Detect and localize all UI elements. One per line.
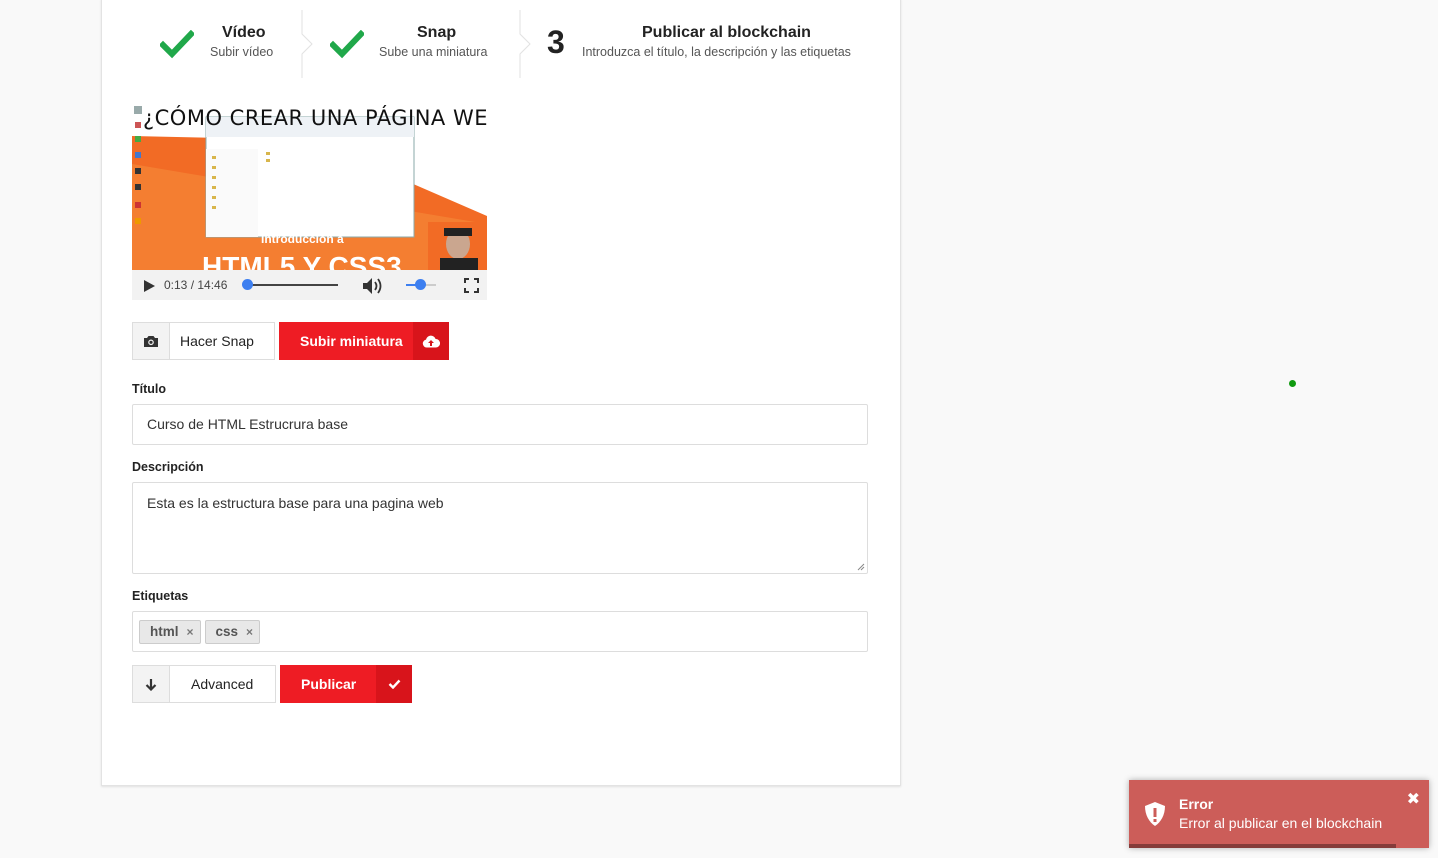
snap-button-group: Hacer Snap Subir miniatura: [132, 322, 449, 360]
step-subtitle: Sube una miniatura: [379, 45, 488, 59]
camera-icon: [144, 336, 158, 347]
tag-chip: css ×: [204, 619, 261, 644]
tag-label: css: [215, 624, 239, 639]
title-label: Título: [132, 382, 167, 396]
step-publish: 3 Publicar al blockchain Introduzca el t…: [547, 10, 887, 78]
toast-progress-bar: [1129, 844, 1396, 848]
publish-check-icon-box: [376, 665, 413, 703]
step-divider: [301, 10, 319, 78]
snap-camera-button[interactable]: [132, 322, 169, 360]
fullscreen-icon[interactable]: [464, 278, 479, 293]
step-title: Publicar al blockchain: [642, 24, 811, 41]
close-icon[interactable]: ✖: [1407, 789, 1420, 809]
toast-message: Error al publicar en el blockchain: [1179, 815, 1383, 831]
arrow-down-icon: [145, 678, 157, 691]
advanced-button[interactable]: Advanced: [169, 665, 276, 703]
description-text: Esta es la estructura base para una pagi…: [147, 495, 444, 511]
step-title: Vídeo: [222, 24, 266, 41]
page: { "steps": [ { "title": "Vídeo", "subtit…: [0, 0, 1438, 858]
error-toast[interactable]: Error Error al publicar en el blockchain…: [1129, 780, 1429, 848]
volume-handle[interactable]: [415, 279, 426, 290]
resize-handle-icon[interactable]: [857, 563, 865, 571]
shield-alert-icon: [1145, 802, 1165, 826]
tag-label: html: [150, 624, 179, 639]
upload-thumbnail-label: Subir miniatura: [300, 333, 403, 349]
step-subtitle: Introduzca el título, la descripción y l…: [582, 45, 851, 59]
tag-remove-icon[interactable]: ×: [187, 625, 194, 639]
video-frame[interactable]: ¿CÓMO CREAR UNA PÁGINA WEB? Introducción…: [132, 104, 487, 270]
volume-icon[interactable]: [362, 277, 384, 295]
action-button-group: Advanced Publicar: [132, 665, 413, 703]
video-player[interactable]: ¿CÓMO CREAR UNA PÁGINA WEB? Introducción…: [132, 104, 487, 300]
check-icon: [330, 30, 364, 59]
advanced-toggle-icon-box[interactable]: [132, 665, 169, 703]
upload-cloud-icon-box: [412, 322, 449, 360]
status-dot: [1289, 380, 1296, 387]
video-controls: 0:13 / 14:46: [132, 270, 487, 300]
cloud-upload-icon: [422, 335, 440, 347]
snap-button[interactable]: Hacer Snap: [169, 322, 275, 360]
check-icon: [388, 679, 401, 689]
tag-remove-icon[interactable]: ×: [246, 625, 253, 639]
step-snap: Snap Sube una miniatura: [330, 10, 510, 78]
tags-label: Etiquetas: [132, 589, 189, 603]
play-icon[interactable]: [142, 279, 156, 293]
upload-card: Vídeo Subir vídeo Snap Sube una miniatur…: [101, 0, 901, 786]
title-input[interactable]: Curso de HTML Estrucrura base: [132, 404, 868, 445]
time-separator: /: [187, 278, 198, 292]
thumbnail-title: ¿CÓMO CREAR UNA PÁGINA WEB?: [143, 106, 487, 130]
thumbnail-subtitle: Introducción a: [261, 232, 344, 246]
toast-title: Error: [1179, 796, 1214, 812]
video-time: 0:13 / 14:46: [164, 278, 227, 292]
description-textarea[interactable]: Esta es la estructura base para una pagi…: [132, 482, 868, 574]
tags-input[interactable]: html × css ×: [132, 611, 868, 652]
step-subtitle: Subir vídeo: [210, 45, 274, 59]
seek-bar[interactable]: [248, 284, 338, 286]
upload-thumbnail-button[interactable]: Subir miniatura: [279, 322, 449, 360]
step-title: Snap: [417, 24, 457, 41]
wizard-steps: Vídeo Subir vídeo Snap Sube una miniatur…: [102, 10, 900, 78]
thumbnail-big-text: HTML5 Y CSS3: [202, 251, 402, 270]
check-icon: [160, 30, 194, 59]
step-number: 3: [547, 24, 565, 60]
duration: 14:46: [197, 278, 228, 292]
tag-chip: html ×: [139, 619, 201, 644]
seek-handle[interactable]: [242, 279, 253, 290]
publish-button[interactable]: Publicar: [280, 665, 413, 703]
publish-label: Publicar: [301, 676, 357, 692]
step-video: Vídeo Subir vídeo: [160, 10, 300, 78]
step-divider: [519, 10, 537, 78]
current-time: 0:13: [164, 278, 188, 292]
description-label: Descripción: [132, 460, 204, 474]
